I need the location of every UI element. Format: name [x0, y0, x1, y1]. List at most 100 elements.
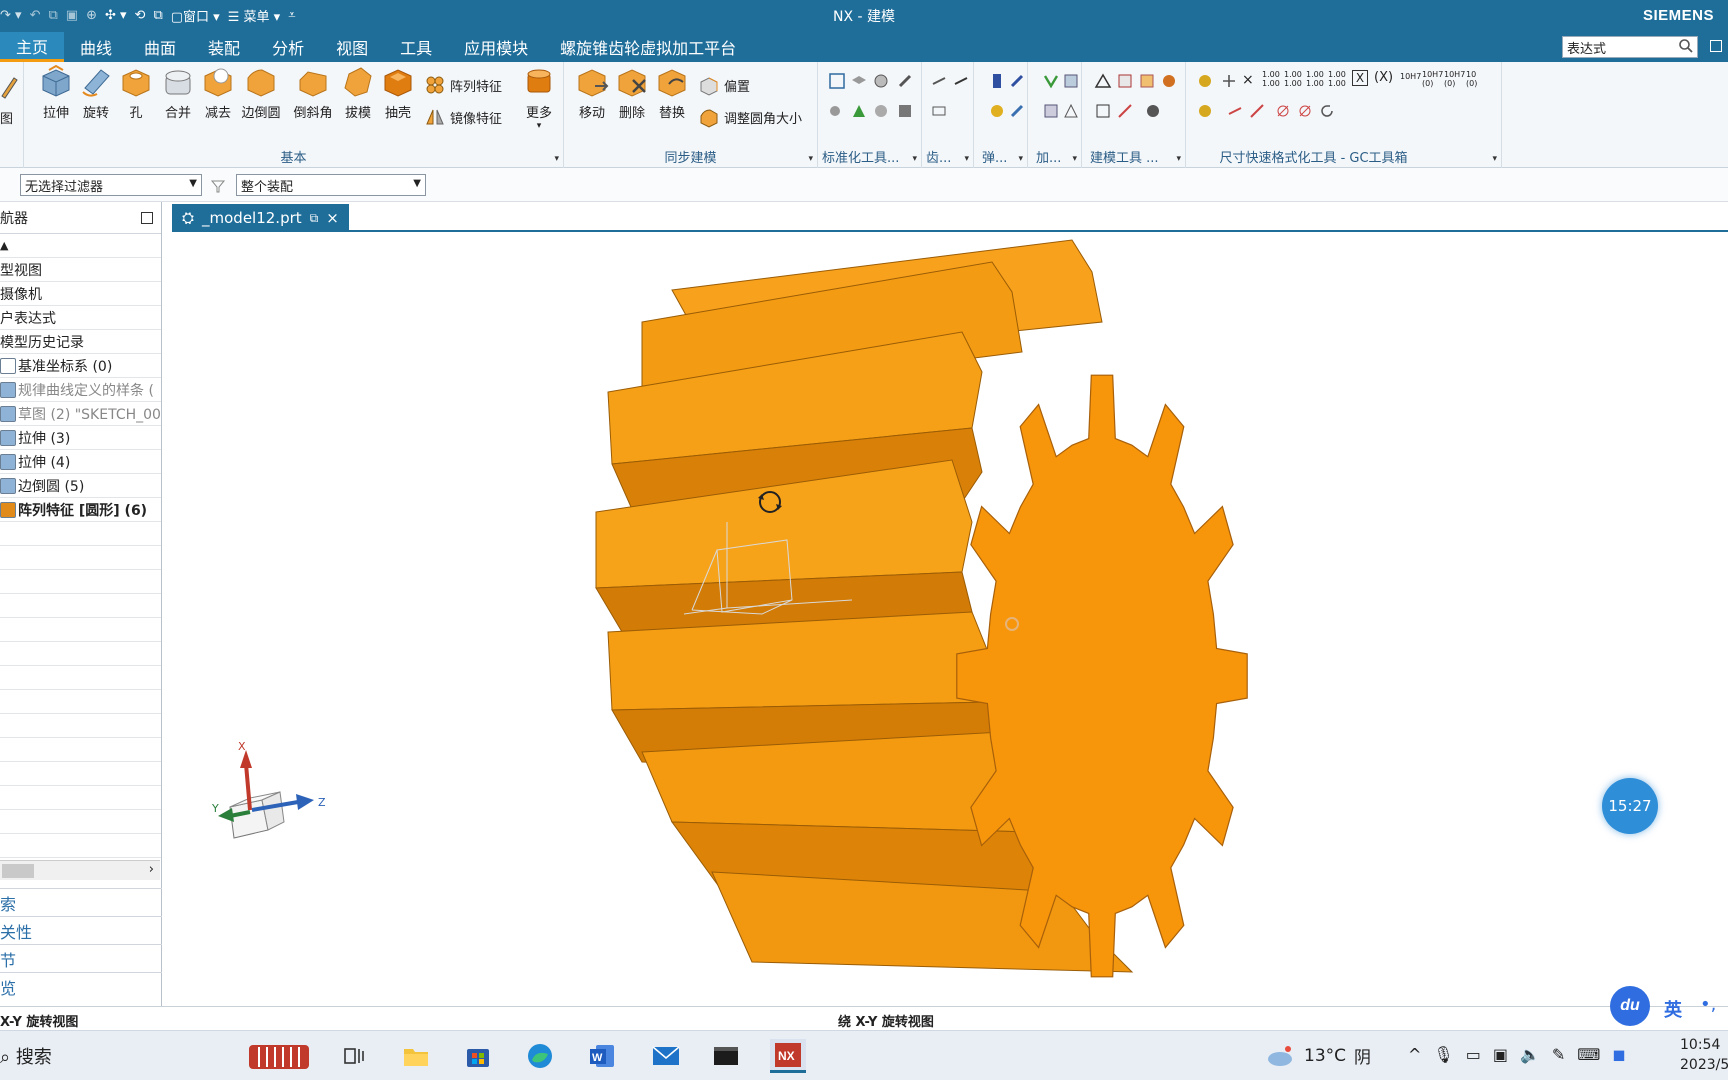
tab-home[interactable]: 主页 — [0, 32, 65, 62]
navigator-row[interactable]: 户表达式 — [0, 306, 161, 330]
terminal-icon[interactable] — [708, 1039, 744, 1073]
navigator-row[interactable]: 阵列特征 [圆形] (6) — [0, 498, 161, 522]
tab-analysis[interactable]: 分析 — [256, 32, 320, 62]
microphone-icon[interactable]: 🎙 — [1433, 1045, 1453, 1064]
weather-widget[interactable]: 13°C 阴 — [1266, 1043, 1371, 1068]
gear-tool-2-icon[interactable] — [952, 72, 970, 90]
dim-tool-6-icon[interactable] — [1226, 102, 1244, 120]
dim-fit-4-icon[interactable]: 10 (0) — [1466, 70, 1477, 88]
hole-button[interactable]: 孔 — [116, 64, 156, 121]
spring-tool-1-icon[interactable] — [988, 72, 1006, 90]
delete-face-button[interactable]: 删除 — [612, 64, 652, 121]
std-tool-3-icon[interactable] — [872, 72, 890, 90]
navigator-row[interactable]: 型视图 — [0, 258, 161, 282]
unite-button[interactable]: 合并 — [158, 64, 198, 121]
baidu-tray-icon[interactable]: ◼ — [1612, 1045, 1625, 1064]
mail-icon[interactable] — [648, 1039, 684, 1073]
input-method-icon[interactable]: ⌨ — [1577, 1045, 1600, 1064]
tab-surface[interactable]: 曲面 — [128, 32, 192, 62]
gear-tool-3-icon[interactable] — [930, 102, 948, 120]
edge-browser-icon[interactable] — [522, 1039, 558, 1073]
tab-tools[interactable]: 工具 — [384, 32, 448, 62]
baidu-ime-icon[interactable]: du — [1610, 986, 1650, 1026]
more-button[interactable]: 更多 ▾ — [520, 64, 558, 131]
standardization-group-dropdown-icon[interactable]: ▾ — [912, 154, 917, 164]
scrollbar-thumb[interactable] — [2, 864, 34, 878]
battery-icon[interactable]: ▭ — [1466, 1045, 1481, 1064]
dim-paren-icon[interactable]: (X) — [1374, 70, 1393, 85]
machining-tool-4-icon[interactable] — [1062, 102, 1080, 120]
navigator-row[interactable]: 摄像机 — [0, 282, 161, 306]
navigator-row[interactable]: 草图 (2) "SKETCH_00 — [0, 402, 161, 426]
scroll-right-icon[interactable]: › — [149, 862, 154, 877]
std-tool-7-icon[interactable] — [872, 102, 890, 120]
navigator-sort-header[interactable]: ▲ — [0, 234, 161, 258]
offset-region-button[interactable]: 偏置 — [698, 74, 750, 96]
tab-view[interactable]: 视图 — [320, 32, 384, 62]
chamfer-button[interactable]: 倒斜角 — [290, 64, 336, 121]
triangle-tool-icon[interactable] — [1094, 72, 1112, 90]
machining-tool-3-icon[interactable] — [1042, 102, 1060, 120]
dim-tol-2-icon[interactable]: 1.00 1.00 — [1284, 70, 1302, 88]
dim-diameter-1-icon[interactable] — [1274, 102, 1292, 120]
gear-model-canvas[interactable]: X Y Z — [172, 232, 1728, 1006]
std-tool-1-icon[interactable] — [828, 72, 846, 90]
resize-blend-button[interactable]: 调整圆角大小 — [698, 106, 802, 128]
file-explorer-icon[interactable] — [398, 1039, 434, 1073]
tab-spiral-bevel-gear-platform[interactable]: 螺旋锥齿轮虚拟加工平台 — [544, 32, 752, 62]
navigator-row[interactable]: 边倒圆 (5) — [0, 474, 161, 498]
mirror-feature-button[interactable]: 镜像特征 — [424, 106, 502, 128]
replace-face-button[interactable]: 替换 — [652, 64, 692, 121]
navigator-row[interactable]: 规律曲线定义的样条 ( — [0, 378, 161, 402]
machining-group-dropdown-icon[interactable]: ▾ — [1072, 154, 1077, 164]
machining-tool-1-icon[interactable] — [1042, 72, 1060, 90]
taskbar-clock[interactable]: 10:54 2023/5 — [1680, 1035, 1728, 1075]
edge-blend-button[interactable]: 边倒圆 — [238, 64, 284, 121]
draft-button[interactable]: 拔模 — [338, 64, 378, 121]
filter-funnel-icon[interactable] — [210, 178, 226, 194]
dim-clear-icon[interactable]: × — [1242, 72, 1254, 88]
pin-icon[interactable]: ⧉ — [310, 211, 319, 226]
tab-assembly[interactable]: 装配 — [192, 32, 256, 62]
microsoft-store-icon[interactable] — [460, 1039, 496, 1073]
task-view-icon[interactable] — [336, 1039, 372, 1073]
navigator-panel-relations[interactable]: 关性 — [0, 916, 162, 944]
dim-tool-5-icon[interactable] — [1196, 102, 1214, 120]
dim-fit-2-icon[interactable]: 10H7 (0) — [1422, 70, 1443, 88]
pattern-feature-button[interactable]: 阵列特征 — [424, 74, 502, 96]
synchronous-group-dropdown-icon[interactable]: ▾ — [808, 154, 813, 164]
recording-timer-badge[interactable]: 15:27 — [1602, 778, 1658, 834]
gear-group-dropdown-icon[interactable]: ▾ — [964, 154, 969, 164]
dim-tol-3-icon[interactable]: 1.00 1.00 — [1306, 70, 1324, 88]
close-tab-icon[interactable]: × — [326, 209, 339, 227]
tab-curve[interactable]: 曲线 — [64, 32, 128, 62]
volume-icon[interactable]: 🔈 — [1520, 1045, 1540, 1064]
navigator-row[interactable]: 拉伸 (4) — [0, 450, 161, 474]
model-tool-2-icon[interactable] — [1116, 72, 1134, 90]
dimension-format-group-dropdown-icon[interactable]: ▾ — [1492, 154, 1497, 164]
std-tool-6-icon[interactable] — [850, 102, 868, 120]
maximize-icon[interactable] — [1710, 40, 1722, 52]
spring-tool-3-icon[interactable] — [988, 102, 1006, 120]
model-tool-3-icon[interactable] — [1138, 72, 1156, 90]
network-icon[interactable]: ▣ — [1493, 1045, 1508, 1064]
dim-tool-7-icon[interactable] — [1248, 102, 1266, 120]
model-tool-6-icon[interactable] — [1116, 102, 1134, 120]
tray-overflow-icon[interactable]: ^ — [1408, 1045, 1421, 1064]
search-icon[interactable] — [1678, 38, 1694, 54]
spring-tool-2-icon[interactable] — [1008, 72, 1026, 90]
accordion-widget-icon[interactable] — [244, 1039, 314, 1073]
extrude-button[interactable]: 拉伸 — [36, 64, 76, 121]
navigator-panel-preview[interactable]: 览 — [0, 972, 162, 1000]
dim-box-icon[interactable]: X — [1352, 70, 1368, 86]
navigator-horizontal-scrollbar[interactable]: › — [0, 860, 160, 880]
nx-taskbar-icon[interactable]: NX — [770, 1039, 806, 1073]
navigator-panel-details[interactable]: 节 — [0, 944, 162, 972]
dim-tol-1-icon[interactable]: 1.00 1.00 — [1262, 70, 1280, 88]
revolve-button[interactable]: 旋转 — [76, 64, 116, 121]
std-tool-4-icon[interactable] — [896, 72, 914, 90]
pen-icon[interactable]: ✎ — [1552, 1045, 1565, 1064]
spring-tool-4-icon[interactable] — [1008, 102, 1026, 120]
sketch-pencil-icon[interactable] — [0, 74, 18, 100]
assembly-scope-dropdown[interactable]: 整个装配 ▼ — [236, 174, 426, 196]
